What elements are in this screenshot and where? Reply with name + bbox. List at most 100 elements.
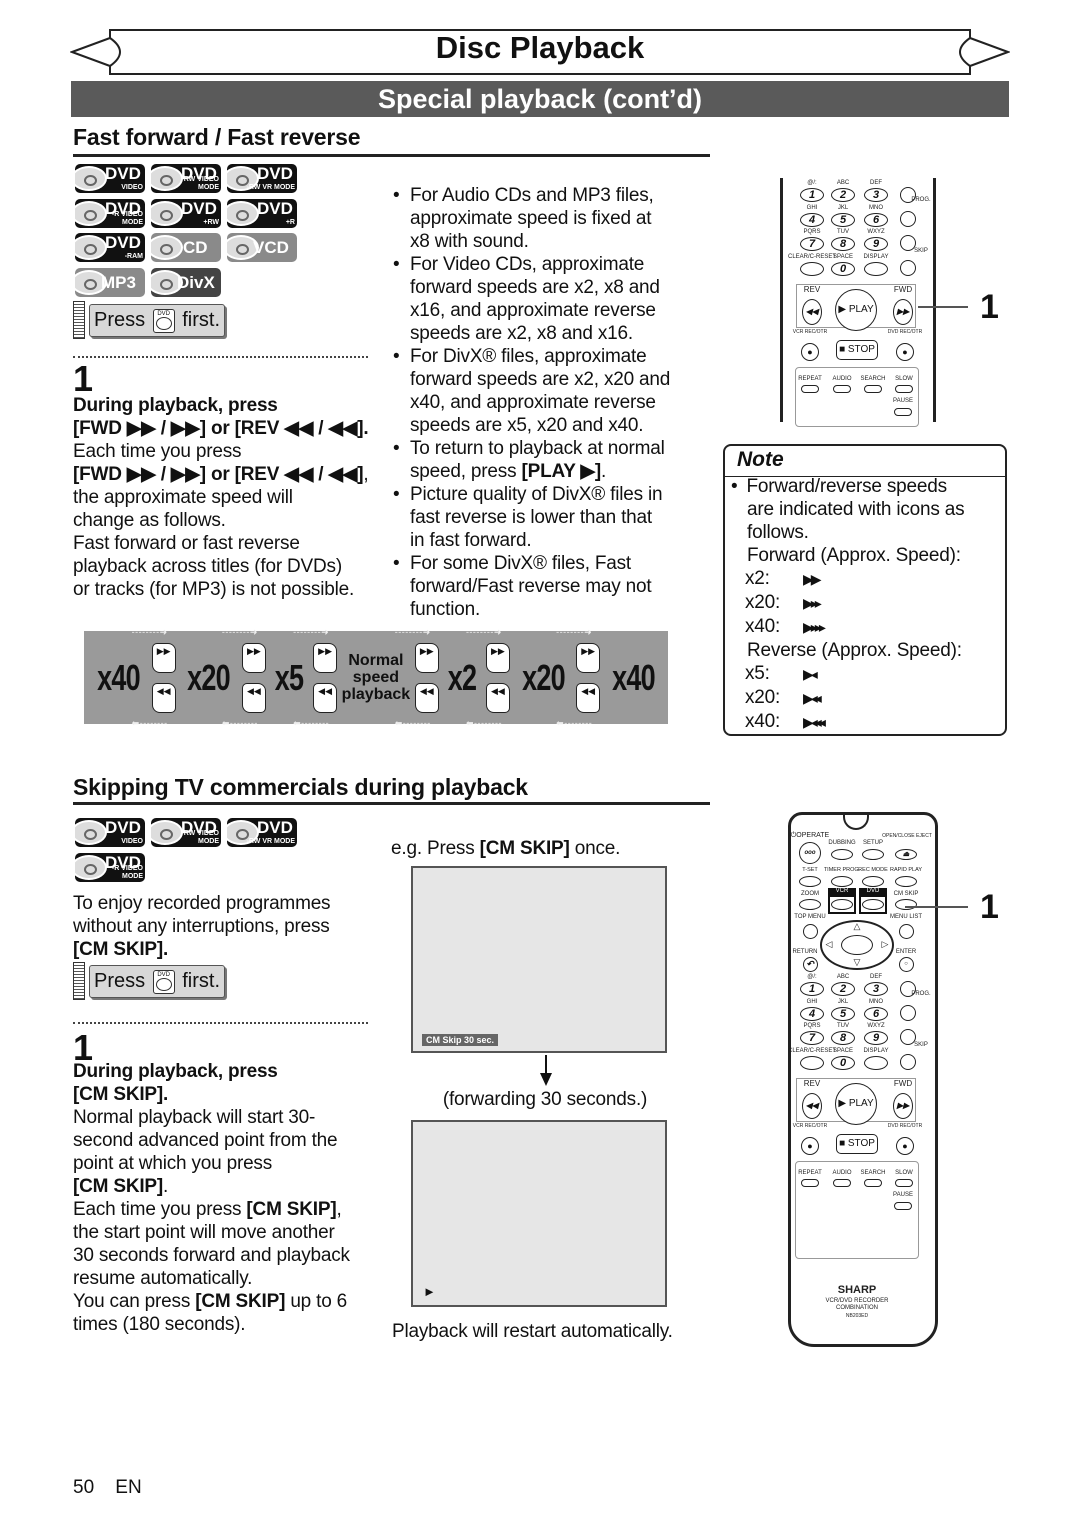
- function-button-audio[interactable]: [833, 1179, 851, 1187]
- stop-button[interactable]: ■ STOP: [836, 340, 878, 360]
- function-button-slow[interactable]: [895, 385, 913, 393]
- pause-button[interactable]: [894, 1202, 912, 1210]
- skip-button[interactable]: [900, 260, 916, 276]
- text-line: 30 seconds forward and playback: [73, 1244, 350, 1267]
- button-label: T-SET: [802, 867, 818, 873]
- number-key-6[interactable]: 6: [864, 1006, 888, 1021]
- text-segment: [FWD ▶▶ / ▶▶] or [REV ◀◀ / ◀◀].: [73, 418, 369, 439]
- tv-screen-after: ►: [411, 1120, 667, 1307]
- button-rec-mode[interactable]: [862, 875, 884, 887]
- fwd-button[interactable]: ▶▶: [893, 299, 913, 325]
- dubbing-button[interactable]: [831, 848, 853, 860]
- enter-center-button[interactable]: [841, 935, 873, 955]
- number-key-9[interactable]: 9: [864, 1031, 888, 1045]
- key-letters: TUV: [837, 1023, 849, 1029]
- number-key-4[interactable]: 4: [800, 212, 824, 227]
- pause-button[interactable]: [894, 408, 912, 416]
- key-letters: DEF: [870, 974, 882, 980]
- number-key-2[interactable]: 2: [831, 188, 855, 202]
- number-key-0[interactable]: 0: [831, 261, 855, 276]
- model-number: NB203ED: [845, 1313, 869, 1319]
- rev-button[interactable]: ◀◀: [802, 299, 822, 325]
- fwd-label: FWD: [893, 285, 913, 294]
- number-key-8[interactable]: 8: [831, 237, 855, 251]
- number-key-1[interactable]: 1: [800, 188, 824, 202]
- return-button[interactable]: ↶: [802, 956, 818, 972]
- function-button-search[interactable]: [864, 385, 882, 393]
- button-timer-prog-[interactable]: [831, 875, 853, 887]
- number-key-9[interactable]: 9: [864, 237, 888, 251]
- number-key-1[interactable]: 1: [800, 982, 824, 996]
- number-key-3[interactable]: 3: [864, 982, 888, 996]
- fwd-button[interactable]: ▶▶: [893, 1093, 913, 1119]
- dvd-button-icon: DVD: [152, 969, 175, 994]
- play-button[interactable]: ▶ PLAY: [835, 1083, 877, 1125]
- key-letters: SPACE: [833, 1047, 853, 1054]
- function-button-search[interactable]: [864, 1179, 882, 1187]
- function-button-repeat[interactable]: [801, 385, 819, 393]
- stop-button[interactable]: ■ STOP: [836, 1134, 878, 1154]
- function-button-slow[interactable]: [895, 1179, 913, 1187]
- dvd-rec-button[interactable]: ●: [896, 1137, 914, 1155]
- number-key-display[interactable]: [864, 261, 888, 276]
- number-key-5[interactable]: 5: [831, 212, 855, 227]
- text-segment: forward speeds are x2, x20 and: [410, 369, 671, 390]
- text-line: speeds are x2, x8 and x16.: [410, 322, 670, 345]
- vcr-rec-button[interactable]: ●: [801, 1137, 819, 1155]
- prog-button[interactable]: [900, 211, 916, 227]
- number-key-4[interactable]: 4: [800, 1006, 824, 1021]
- dvd-rec-label: DVD REC/OTR: [887, 1123, 923, 1129]
- eject-button[interactable]: ⏏: [895, 848, 917, 860]
- number-key-2[interactable]: 2: [831, 982, 855, 996]
- number-key-7[interactable]: 7: [800, 237, 824, 251]
- rev-button[interactable]: ◀◀: [802, 1093, 822, 1119]
- button-rapid-play[interactable]: [895, 875, 917, 887]
- menu-list-button[interactable]: [898, 923, 914, 939]
- operate-button[interactable]: ooo: [799, 842, 821, 864]
- number-key-display[interactable]: [864, 1055, 888, 1070]
- skip-label: SKIP: [914, 1042, 928, 1048]
- text-segment: .: [163, 1176, 169, 1197]
- number-key-clear/c-reset[interactable]: [800, 1055, 824, 1070]
- top-menu-button[interactable]: [802, 923, 818, 939]
- disc-label: DVD: [181, 198, 217, 218]
- speed-notes-list: • For Audio CDs and MP3 files, approximate…: [393, 184, 670, 621]
- rev-key-icon: ◀◀: [313, 682, 338, 713]
- key-letters: WXYZ: [867, 229, 885, 235]
- prog-button[interactable]: [900, 1005, 916, 1021]
- vcr-rec-button[interactable]: ●: [801, 343, 819, 361]
- skip-button[interactable]: [900, 1054, 916, 1070]
- dvd-button[interactable]: [862, 898, 884, 910]
- zoom-button[interactable]: [799, 898, 821, 910]
- disc-format-icon: DVD -RAM: [75, 233, 145, 262]
- function-button-repeat[interactable]: [801, 1179, 819, 1187]
- first-label: first.: [176, 309, 221, 331]
- number-key-clear/c-reset[interactable]: [800, 261, 824, 276]
- number-key-3[interactable]: 3: [864, 188, 888, 202]
- vcr-button[interactable]: [831, 898, 853, 910]
- disc-label: VCD: [253, 238, 289, 257]
- setup-button[interactable]: [862, 848, 884, 860]
- number-key-7[interactable]: 7: [800, 1031, 824, 1045]
- text-segment: the approximate speed will: [73, 487, 293, 508]
- play-button[interactable]: ▶ PLAY: [835, 289, 877, 331]
- speed-diagram: x40 - - - - - - - - ➜ ▶▶ ◀◀ ⬅ - - - - - - - …: [84, 627, 668, 728]
- dvd-rec-button[interactable]: ●: [896, 343, 914, 361]
- button-t-set[interactable]: [799, 875, 821, 887]
- heading-rule: [73, 154, 710, 157]
- note-text: follows.: [747, 522, 809, 543]
- key-letters: JKL: [837, 998, 849, 1005]
- number-key-6[interactable]: 6: [864, 212, 888, 227]
- function-button-audio[interactable]: [833, 385, 851, 393]
- text-line: [FWD ▶▶ / ▶▶] or [REV ◀◀ / ◀◀],: [73, 463, 369, 486]
- number-key-5[interactable]: 5: [831, 1006, 855, 1021]
- number-key-0[interactable]: 0: [831, 1055, 855, 1070]
- note-line: follows.: [731, 521, 964, 544]
- rev-key-icon: ◀◀: [576, 682, 601, 713]
- callout-number: 1: [980, 288, 999, 326]
- enter-button[interactable]: ○: [898, 956, 914, 972]
- number-key-8[interactable]: 8: [831, 1031, 855, 1045]
- function-label: SLOW: [895, 1170, 913, 1176]
- reverse-arrow-icon: ⬅ - - - - - - - -: [556, 717, 592, 728]
- forward-arrow-icon: - - - - - - - - ➜: [394, 626, 431, 637]
